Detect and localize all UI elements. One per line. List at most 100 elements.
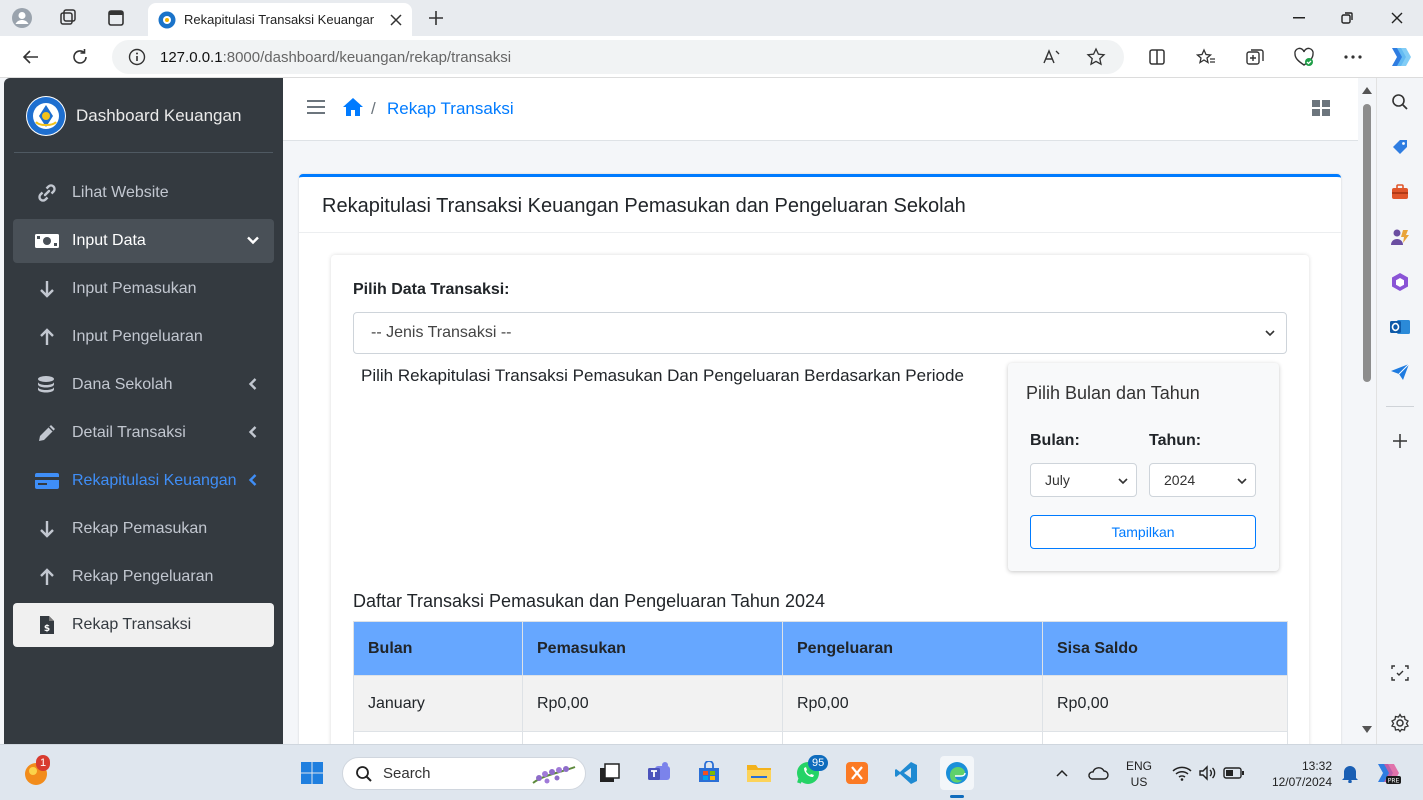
nav-dana-sekolah[interactable]: Dana Sekolah: [13, 363, 274, 407]
nav-label: Detail Transaksi: [72, 424, 186, 441]
nav-detail-transaksi[interactable]: Detail Transaksi: [13, 411, 274, 455]
close-window-icon[interactable]: [1382, 6, 1412, 30]
microsoft-store-icon[interactable]: [695, 759, 723, 787]
add-icon[interactable]: [1388, 429, 1412, 453]
pencil-icon: [34, 422, 60, 444]
table-cell: [782, 731, 1043, 744]
chevron-left-icon: [246, 377, 260, 391]
browser-essentials-icon[interactable]: [1291, 44, 1317, 70]
nav-input-pengeluaran[interactable]: Input Pengeluaran: [13, 315, 274, 359]
lavender-decoration-icon: [529, 761, 579, 787]
restore-icon[interactable]: [1332, 6, 1362, 30]
onedrive-cloud-icon[interactable]: [1084, 759, 1112, 787]
minimize-icon[interactable]: [1284, 6, 1314, 30]
search-label: Search: [383, 765, 431, 782]
nav-rekap-pengeluaran[interactable]: Rekap Pengeluaran: [13, 555, 274, 599]
teams-icon[interactable]: [645, 759, 673, 787]
url-host: 127.0.0.1: [160, 48, 223, 66]
nav-input-pemasukan[interactable]: Input Pemasukan: [13, 267, 274, 311]
site-info-icon[interactable]: [128, 48, 146, 66]
split-screen-icon[interactable]: [1144, 44, 1170, 70]
tahun-label: Tahun:: [1149, 432, 1202, 449]
edge-taskbar-icon[interactable]: [940, 756, 974, 790]
new-tab-icon[interactable]: [424, 6, 448, 30]
table-cell: Rp0,00: [1042, 675, 1288, 732]
chevron-down-icon: [1117, 475, 1129, 487]
battery-icon[interactable]: [1220, 759, 1248, 787]
nav-rekap-transaksi[interactable]: $ Rekap Transaksi: [13, 603, 274, 647]
content-header: / Rekap Transaksi: [283, 78, 1358, 141]
send-icon[interactable]: [1388, 360, 1412, 384]
file-explorer-icon[interactable]: [745, 759, 773, 787]
bulan-select[interactable]: July: [1030, 463, 1137, 497]
task-view-icon[interactable]: [596, 759, 624, 787]
card-header-divider: [299, 232, 1341, 233]
favorite-star-icon[interactable]: [1084, 45, 1108, 69]
table-row: [353, 731, 1288, 744]
copilot-pre-icon[interactable]: PRE: [1374, 759, 1402, 787]
lang-line1: ENG: [1126, 759, 1153, 773]
volume-icon[interactable]: [1194, 759, 1222, 787]
language-indicator[interactable]: ENG US: [1126, 758, 1152, 790]
url-field[interactable]: 127.0.0.1:8000/dashboard/keuangan/rekap/…: [112, 40, 1124, 74]
vscode-icon[interactable]: [892, 759, 920, 787]
grid-view-icon[interactable]: [1312, 100, 1330, 116]
scroll-up-icon[interactable]: [1362, 86, 1372, 94]
nav-label: Rekap Pengeluaran: [72, 568, 214, 585]
table-cell: [353, 731, 523, 744]
browser-tab-active[interactable]: Rekapitulasi Transaksi Keuangan: [148, 3, 412, 36]
screenshot-icon[interactable]: [1388, 661, 1412, 685]
chevron-up-icon[interactable]: [1048, 759, 1076, 787]
table-cell: [522, 731, 783, 744]
wifi-icon[interactable]: [1168, 759, 1196, 787]
start-windows-icon[interactable]: [298, 759, 326, 787]
hamburger-menu-icon[interactable]: [307, 99, 325, 115]
address-bar: 127.0.0.1:8000/dashboard/keuangan/rekap/…: [0, 36, 1423, 78]
tab-close-icon[interactable]: [390, 13, 402, 26]
windows-taskbar: 1 Search 95 ENG US 13:32 12/07/2024 PRE: [0, 744, 1423, 800]
refresh-icon[interactable]: [67, 44, 93, 70]
widgets-icon[interactable]: 1: [22, 755, 51, 787]
shopping-tag-icon[interactable]: [1388, 135, 1412, 159]
outlook-icon[interactable]: [1388, 315, 1412, 339]
nav-rekap-pemasukan[interactable]: Rekap Pemasukan: [13, 507, 274, 551]
settings-gear-icon[interactable]: [1388, 711, 1412, 735]
tab-actions-icon[interactable]: [104, 6, 128, 30]
nav-lihat-website[interactable]: Lihat Website: [13, 171, 274, 215]
page-scrollbar[interactable]: [1358, 78, 1376, 744]
scrollbar-thumb[interactable]: [1363, 104, 1371, 382]
games-icon[interactable]: [1388, 225, 1412, 249]
more-menu-icon[interactable]: [1340, 44, 1366, 70]
table-cell: Rp0,00: [522, 675, 783, 732]
tahun-value: 2024: [1164, 472, 1196, 488]
home-icon[interactable]: [342, 97, 364, 117]
taskbar-search[interactable]: Search: [342, 757, 586, 790]
scroll-down-icon[interactable]: [1362, 726, 1372, 734]
xampp-icon[interactable]: [843, 759, 871, 787]
brand-divider: [14, 152, 273, 153]
chevron-down-icon: [246, 233, 260, 247]
whatsapp-icon[interactable]: 95: [794, 755, 829, 787]
nav-input-data[interactable]: Input Data: [13, 219, 274, 263]
notification-bell-icon[interactable]: [1336, 759, 1364, 787]
nav-rekapitulasi-keuangan[interactable]: Rekapitulasi Keuangan: [13, 459, 274, 503]
column-header: Pemasukan: [522, 621, 783, 676]
brand-link[interactable]: Dashboard Keuangan: [4, 78, 283, 153]
profile-icon[interactable]: [10, 6, 34, 30]
search-icon[interactable]: [1388, 90, 1412, 114]
tahun-select[interactable]: 2024: [1149, 463, 1256, 497]
tools-icon[interactable]: [1388, 180, 1412, 204]
notification-badge: 1: [36, 755, 51, 771]
clock[interactable]: 13:32 12/07/2024: [1260, 758, 1332, 790]
microsoft-365-icon[interactable]: [1388, 270, 1412, 294]
breadcrumb-current[interactable]: Rekap Transaksi: [387, 99, 514, 119]
jenis-transaksi-select[interactable]: -- Jenis Transaksi --: [353, 312, 1287, 354]
read-aloud-icon[interactable]: [1040, 45, 1064, 69]
back-icon[interactable]: [18, 44, 44, 70]
favorites-icon[interactable]: [1193, 44, 1219, 70]
copilot-icon[interactable]: [1386, 44, 1412, 70]
collections-icon[interactable]: [1242, 44, 1268, 70]
tampilkan-button[interactable]: Tampilkan: [1030, 515, 1256, 549]
lang-line2: US: [1130, 775, 1148, 789]
workspaces-icon[interactable]: [56, 6, 80, 30]
